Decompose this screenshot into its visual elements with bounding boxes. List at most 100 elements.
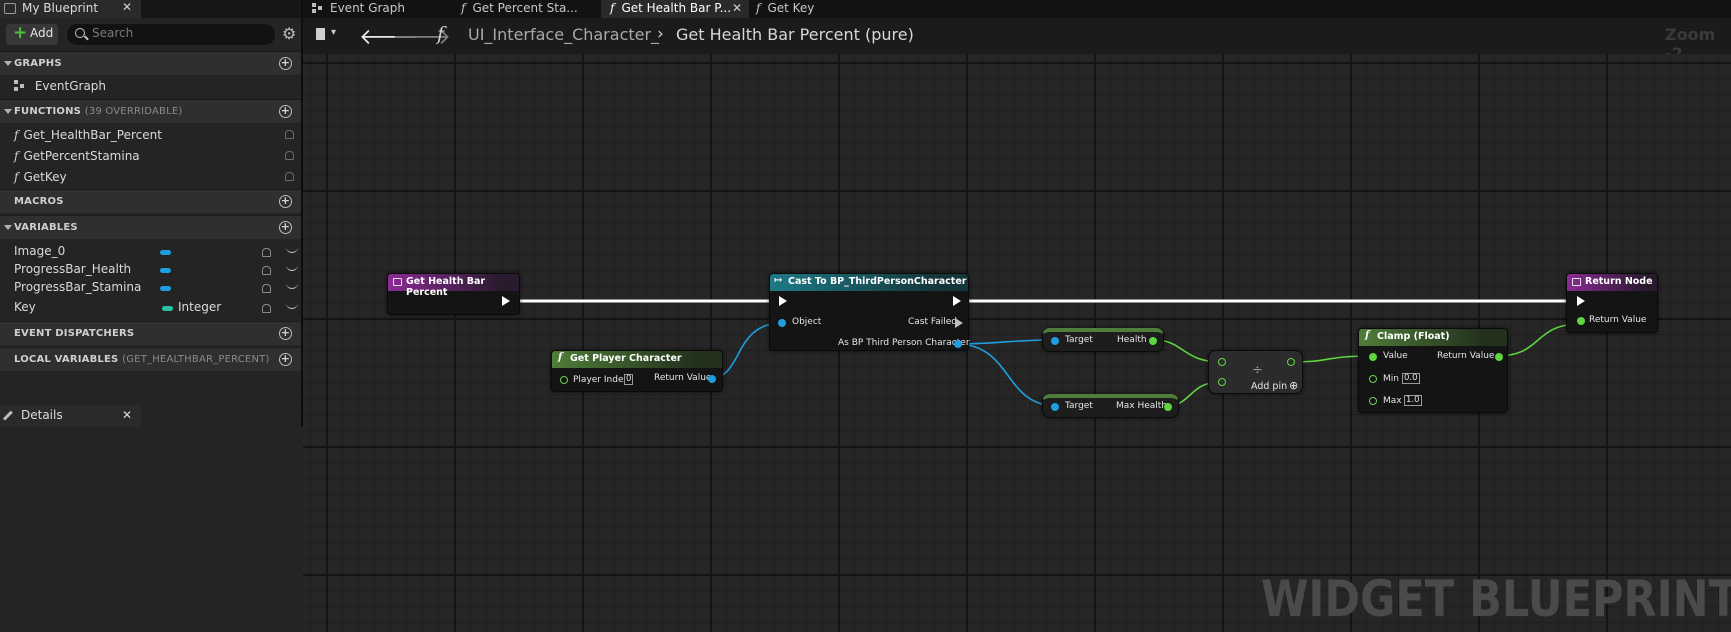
function-icon: f bbox=[437, 23, 445, 45]
pin-label: Min bbox=[1383, 374, 1399, 384]
function-item[interactable]: f GetPercentStamina bbox=[0, 145, 301, 167]
node-cast[interactable]: ↦ Cast To BP_ThirdPersonCharacter Object… bbox=[769, 273, 970, 351]
divide-in-b-pin[interactable] bbox=[1218, 378, 1226, 386]
variable-item[interactable]: Key Integer bbox=[0, 296, 301, 318]
node-clamp[interactable]: f Clamp (Float) Value Return Value Min 0… bbox=[1358, 328, 1508, 413]
add-function-icon[interactable]: + bbox=[279, 105, 292, 118]
add-local-variable-icon[interactable]: + bbox=[279, 353, 292, 366]
node-return[interactable]: Return Node Return Value bbox=[1566, 273, 1658, 333]
blueprint-icon bbox=[4, 3, 16, 14]
divide-out-pin[interactable] bbox=[1287, 358, 1295, 366]
close-icon[interactable]: ✕ bbox=[122, 408, 132, 422]
exec-in-pin[interactable] bbox=[779, 296, 787, 306]
min-input[interactable]: 0.0 bbox=[1402, 373, 1420, 384]
add-variable-icon[interactable]: + bbox=[279, 221, 292, 234]
graph-toolbar: ▾ 🡐 🡒 f UI_Interface_Character_ › Get He… bbox=[303, 18, 1731, 63]
eye-icon[interactable] bbox=[286, 265, 298, 271]
tab-event-graph[interactable]: Event Graph bbox=[312, 0, 447, 18]
add-macro-icon[interactable]: + bbox=[279, 195, 292, 208]
node-get-player-character[interactable]: f Get Player Character Player Index 0 Re… bbox=[551, 350, 723, 392]
close-icon[interactable]: ✕ bbox=[122, 0, 132, 14]
function-icon: f bbox=[461, 1, 466, 15]
min-pin[interactable] bbox=[1369, 375, 1377, 383]
max-pin[interactable] bbox=[1369, 397, 1377, 405]
value-in-pin[interactable] bbox=[1369, 353, 1377, 361]
bookmark-icon[interactable] bbox=[316, 28, 325, 40]
target-pin[interactable] bbox=[1051, 403, 1059, 411]
section-graphs[interactable]: GRAPHS + bbox=[0, 51, 301, 75]
tab-get-health-bar-percent[interactable]: f Get Health Bar P... ✕ bbox=[601, 0, 749, 18]
section-variables[interactable]: VARIABLES + bbox=[0, 215, 301, 239]
eye-icon[interactable] bbox=[286, 303, 298, 309]
exec-in-pin[interactable] bbox=[1577, 296, 1585, 306]
variable-name: Image_0 bbox=[14, 244, 66, 258]
variable-item[interactable]: ProgressBar_Health bbox=[0, 260, 301, 278]
section-functions[interactable]: FUNCTIONS (39 OVERRIDABLE) + bbox=[0, 99, 301, 123]
graph-item-eventgraph[interactable]: EventGraph bbox=[0, 75, 301, 97]
section-event-dispatchers[interactable]: EVENT DISPATCHERS + bbox=[0, 321, 301, 345]
tab-get-percent-stamina[interactable]: f Get Percent Sta... bbox=[461, 0, 595, 18]
search-input[interactable]: Search bbox=[67, 24, 275, 45]
add-button[interactable]: + Add bbox=[6, 23, 58, 45]
gear-icon[interactable]: ⚙ bbox=[282, 24, 296, 43]
health-out-pin[interactable] bbox=[1149, 337, 1157, 345]
my-blueprint-panel: My Blueprint ✕ + Add Search ⚙ GRAPHS + E… bbox=[0, 0, 303, 632]
divide-in-a-pin[interactable] bbox=[1218, 358, 1226, 366]
bell-icon[interactable] bbox=[285, 172, 294, 181]
bell-icon[interactable] bbox=[262, 248, 271, 257]
section-macros[interactable]: MACROS + bbox=[0, 189, 301, 213]
add-dispatcher-icon[interactable]: + bbox=[279, 327, 292, 340]
function-entry-icon bbox=[393, 278, 402, 286]
variable-type-pill bbox=[160, 286, 171, 291]
node-title: Return Node bbox=[1585, 276, 1653, 287]
close-icon[interactable]: ✕ bbox=[732, 1, 742, 15]
variable-item[interactable]: ProgressBar_Stamina bbox=[0, 278, 301, 296]
variable-type-pill bbox=[160, 250, 171, 255]
eye-icon[interactable] bbox=[286, 283, 298, 289]
add-graph-icon[interactable]: + bbox=[279, 57, 292, 70]
cast-failed-pin[interactable] bbox=[955, 318, 963, 328]
bell-icon[interactable] bbox=[262, 304, 271, 313]
variable-item[interactable]: Image_0 bbox=[0, 242, 301, 260]
section-functions-count: (39 OVERRIDABLE) bbox=[84, 106, 183, 117]
function-item[interactable]: f Get_HealthBar_Percent bbox=[0, 124, 301, 146]
bell-icon[interactable] bbox=[262, 284, 271, 293]
target-pin[interactable] bbox=[1051, 337, 1059, 345]
return-value-in-pin[interactable] bbox=[1577, 317, 1585, 325]
node-get-health[interactable]: Target Health bbox=[1042, 328, 1164, 352]
as-character-pin[interactable] bbox=[954, 340, 962, 348]
object-pin[interactable] bbox=[778, 319, 786, 327]
add-pin-label[interactable]: Add pin bbox=[1251, 381, 1287, 392]
max-input[interactable]: 1.0 bbox=[1404, 395, 1422, 406]
bell-icon[interactable] bbox=[262, 266, 271, 275]
clamp-out-pin[interactable] bbox=[1495, 353, 1503, 361]
eye-icon[interactable] bbox=[286, 247, 298, 253]
section-variables-label: VARIABLES bbox=[14, 222, 78, 233]
return-value-pin[interactable] bbox=[708, 375, 716, 383]
node-header: f Clamp (Float) bbox=[1359, 329, 1507, 346]
bell-icon[interactable] bbox=[285, 130, 294, 139]
pin-label: Player Index bbox=[573, 375, 629, 385]
add-pin-icon[interactable]: ⊕ bbox=[1289, 379, 1298, 392]
breadcrumb-root[interactable]: UI_Interface_Character_ bbox=[468, 25, 659, 44]
graph-canvas[interactable]: Get Health Bar Percent ↦ Cast To BP_Thir… bbox=[303, 54, 1731, 632]
details-tab[interactable]: Details ✕ bbox=[0, 405, 141, 427]
node-get-max-health[interactable]: Target Max Health bbox=[1042, 394, 1179, 418]
player-index-input[interactable]: 0 bbox=[624, 374, 634, 385]
node-title: Cast To BP_ThirdPersonCharacter bbox=[788, 276, 967, 287]
section-local-variables[interactable]: LOCAL VARIABLES (GET_HEALTHBAR_PERCENT) … bbox=[0, 347, 301, 371]
function-item[interactable]: f GetKey bbox=[0, 166, 301, 188]
my-blueprint-tab[interactable]: My Blueprint ✕ bbox=[0, 0, 141, 18]
bell-icon[interactable] bbox=[285, 151, 294, 160]
max-health-out-pin[interactable] bbox=[1164, 403, 1172, 411]
exec-out-pin[interactable] bbox=[502, 296, 510, 306]
pin-label: Max bbox=[1383, 396, 1402, 406]
object-wire bbox=[955, 343, 1058, 407]
breadcrumb-current: Get Health Bar Percent (pure) bbox=[676, 25, 914, 44]
chevron-down-icon[interactable]: ▾ bbox=[331, 27, 336, 38]
node-function-entry[interactable]: Get Health Bar Percent bbox=[387, 273, 520, 315]
player-index-pin[interactable] bbox=[560, 376, 568, 384]
exec-out-pin[interactable] bbox=[953, 296, 961, 306]
node-divide[interactable]: ÷ Add pin ⊕ bbox=[1208, 350, 1303, 394]
tab-get-key[interactable]: f Get Key bbox=[756, 0, 866, 18]
